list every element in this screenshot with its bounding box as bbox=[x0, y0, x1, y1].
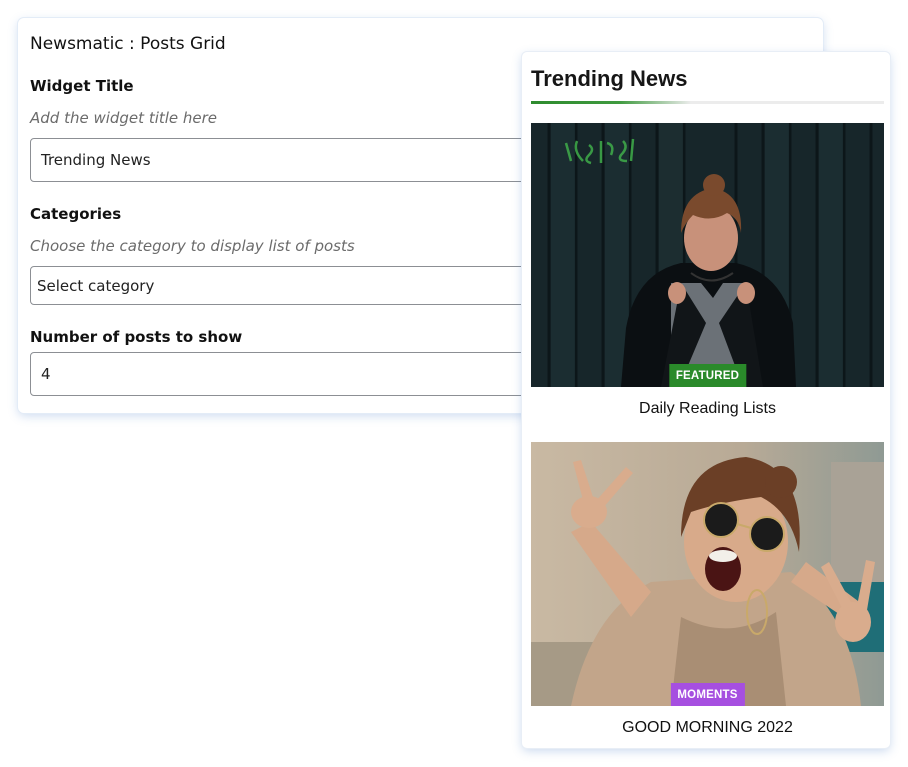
post-card[interactable]: FEATURED Daily Reading Lists bbox=[531, 123, 884, 418]
widget-preview-card: Trending News FEATURED Daily Reading Lis… bbox=[522, 52, 890, 748]
number-of-posts-value: 4 bbox=[41, 365, 51, 383]
post-title[interactable]: Daily Reading Lists bbox=[531, 400, 884, 418]
widget-title-value: Trending News bbox=[41, 151, 151, 169]
post-thumbnail[interactable]: FEATURED bbox=[531, 123, 884, 387]
preview-heading: Trending News bbox=[531, 66, 688, 91]
categories-help: Choose the category to display list of p… bbox=[30, 237, 355, 255]
category-selected-value: Select category bbox=[37, 276, 155, 295]
badge-label: MOMENTS bbox=[677, 688, 738, 701]
widget-title-help: Add the widget title here bbox=[30, 109, 218, 127]
badge-label: FEATURED bbox=[675, 369, 740, 382]
post-category-badge[interactable]: FEATURED bbox=[668, 364, 747, 387]
number-of-posts-label: Number of posts to show bbox=[30, 328, 243, 346]
categories-label: Categories bbox=[30, 205, 122, 223]
post-card[interactable]: MOMENTS GOOD MORNING 2022 bbox=[531, 442, 884, 737]
heading-accent-bar bbox=[531, 101, 691, 104]
panel-title: Newsmatic : Posts Grid bbox=[30, 34, 226, 54]
widget-title-label: Widget Title bbox=[30, 77, 134, 95]
post-category-badge[interactable]: MOMENTS bbox=[670, 683, 745, 706]
post-thumbnail[interactable]: MOMENTS bbox=[531, 442, 884, 706]
heading-divider bbox=[531, 101, 884, 104]
post-title[interactable]: GOOD MORNING 2022 bbox=[531, 719, 884, 737]
